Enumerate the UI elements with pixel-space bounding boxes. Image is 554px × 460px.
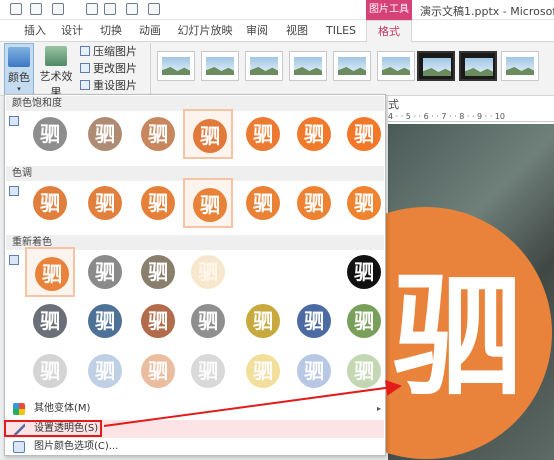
annotation-arrow (103, 379, 402, 427)
